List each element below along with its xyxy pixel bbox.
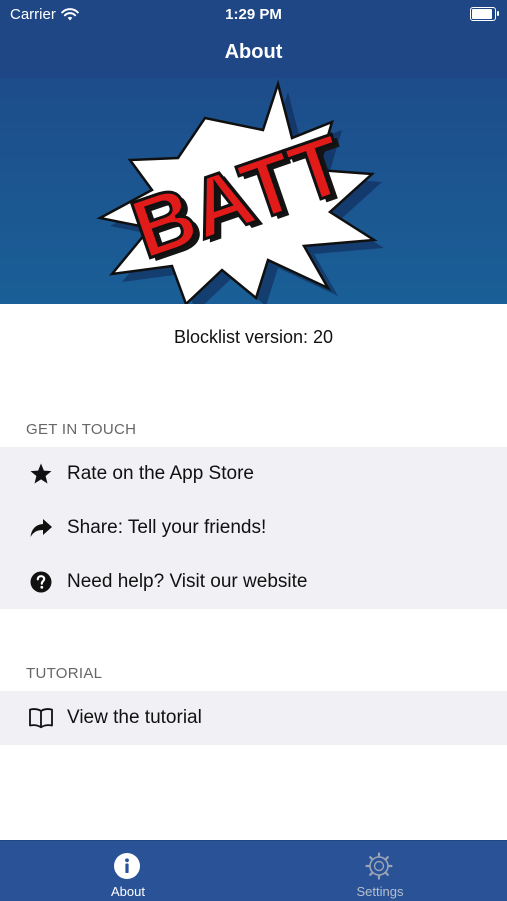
- help-website-label: Need help? Visit our website: [67, 571, 308, 592]
- share-arrow-icon: [26, 515, 56, 541]
- tutorial-group: View the tutorial: [0, 691, 507, 745]
- help-icon: [26, 569, 56, 595]
- view-tutorial-row[interactable]: View the tutorial: [0, 691, 507, 745]
- info-icon: [114, 853, 140, 879]
- battery-icon: [470, 7, 499, 21]
- share-label: Share: Tell your friends!: [67, 517, 267, 538]
- section-header-get-in-touch: GET IN TOUCH: [26, 421, 137, 438]
- help-website-row[interactable]: Need help? Visit our website: [0, 555, 507, 609]
- book-icon: [26, 705, 56, 731]
- blocklist-version: Blocklist version: 20: [173, 327, 334, 347]
- view-tutorial-label: View the tutorial: [67, 707, 202, 728]
- navigation-bar: Carrier 1:29 PM About: [0, 0, 507, 78]
- status-bar: Carrier 1:29 PM: [0, 0, 507, 30]
- section-header-tutorial: TUTORIAL: [26, 665, 103, 682]
- header-banner: BATT BATT: [0, 78, 507, 304]
- rate-app-store-row[interactable]: Rate on the App Store: [0, 447, 507, 501]
- tab-bar: About Settings: [0, 840, 507, 901]
- batt-logo: BATT BATT: [96, 79, 384, 304]
- tab-about-label: About: [111, 884, 145, 899]
- share-row[interactable]: Share: Tell your friends!: [0, 501, 507, 555]
- get-in-touch-group: Rate on the App Store Share: Tell your f…: [0, 447, 507, 609]
- page-title: About: [224, 41, 283, 63]
- tab-settings[interactable]: Settings: [310, 841, 450, 901]
- tab-settings-label: Settings: [356, 884, 404, 899]
- battery-level-fill: [472, 9, 492, 19]
- settings-gear-icon: [365, 852, 393, 880]
- status-time: 1:29 PM: [225, 6, 282, 23]
- star-icon: [26, 461, 56, 487]
- rate-app-store-label: Rate on the App Store: [67, 463, 254, 484]
- tab-about[interactable]: About: [58, 841, 198, 901]
